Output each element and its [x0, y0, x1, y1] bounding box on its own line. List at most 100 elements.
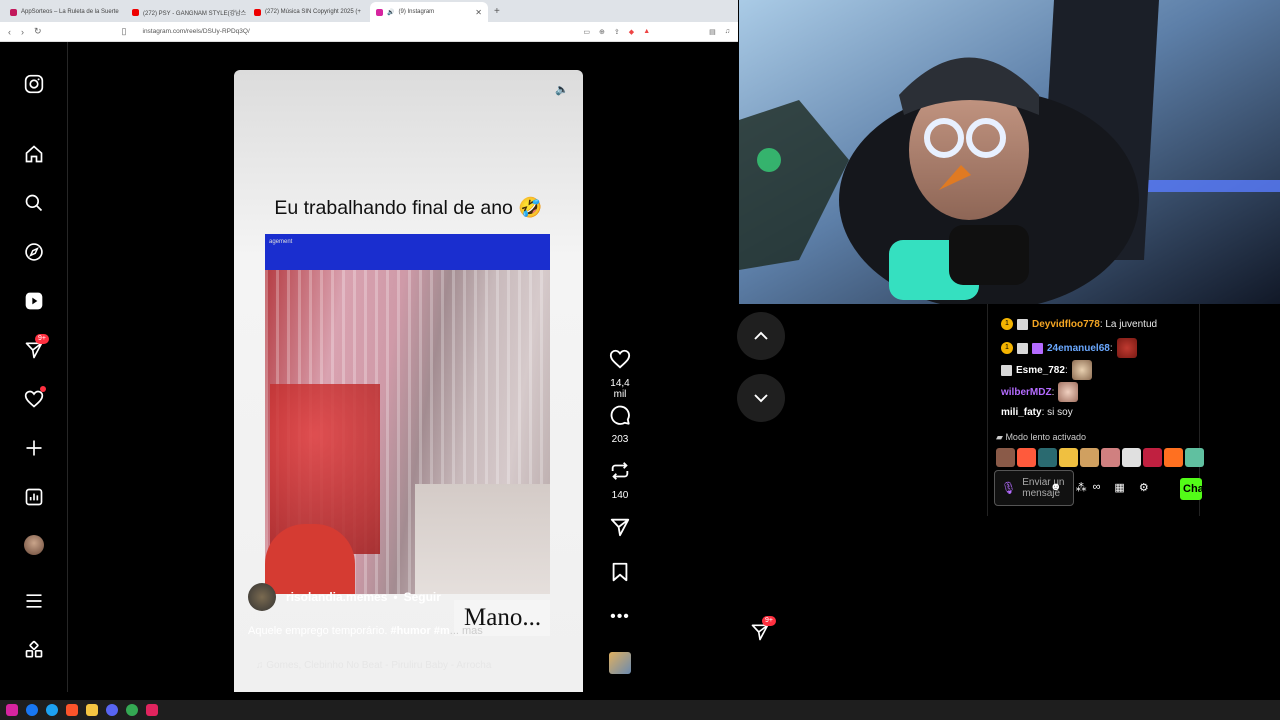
tab-label: AppSorteos – La Ruleta de la Suerte	[21, 9, 119, 15]
share-icon[interactable]: ⇪	[614, 28, 620, 36]
speaker-icon: 🔊	[387, 9, 395, 16]
address-bar[interactable]: instagram.com/reels/DSUy-RPDq3Q/	[143, 28, 250, 35]
search-icon[interactable]	[21, 190, 47, 216]
chat-message: 1 Deyvidfloo778: La juventud	[1001, 318, 1157, 330]
repost-button[interactable]: 140	[604, 460, 636, 501]
explore-icon[interactable]	[21, 239, 47, 265]
folder-taskbar-icon[interactable]	[86, 704, 98, 716]
new-tab-button[interactable]: +	[488, 2, 506, 22]
os-taskbar	[0, 700, 1280, 720]
comment-button[interactable]: 203	[604, 404, 636, 445]
chat-username[interactable]: 24emanuel68	[1047, 343, 1110, 354]
emote-button[interactable]	[1143, 448, 1162, 467]
like-count: 14,4 mil	[610, 378, 630, 400]
store-icon[interactable]: ▦	[1114, 481, 1124, 494]
instagram-logo-icon[interactable]	[21, 71, 47, 97]
back-icon[interactable]: ‹	[8, 27, 11, 37]
browser-tab-gangnam[interactable]: (272) PSY - GANGNAM STYLE(강남스	[126, 2, 248, 22]
cast-icon[interactable]: ▭	[583, 28, 590, 36]
chat-username[interactable]: Deyvidfloo778	[1032, 319, 1100, 330]
chat-input[interactable]: 🎙 Enviar un mensaje	[994, 470, 1074, 506]
instagram-page: 9+ 🔈 Eu trabalhando final de ano 🤣 ageme…	[0, 42, 785, 692]
forward-icon[interactable]: ›	[21, 27, 24, 37]
emote-button[interactable]	[1164, 448, 1183, 467]
reel-music[interactable]: ♫ Gomes, Clebinho No Beat - Piruliru Bab…	[256, 660, 491, 671]
infinity-icon[interactable]: ∞	[1093, 481, 1101, 494]
dashboard-icon[interactable]	[21, 484, 47, 510]
brave-shield-icon[interactable]: ◆	[629, 28, 634, 36]
microphone-icon[interactable]: 🎙	[1001, 481, 1016, 495]
tab-label: (272) PSY - GANGNAM STYLE(강남스	[143, 10, 247, 17]
audio-thumbnail[interactable]	[604, 652, 636, 674]
previous-reel-button[interactable]	[737, 312, 785, 360]
notifications-icon[interactable]	[21, 386, 47, 412]
profile-avatar[interactable]	[21, 532, 47, 558]
browser-tab-instagram[interactable]: 🔊 (9) Instagram ✕	[370, 2, 488, 22]
tab-label: (272) Música SIN Copyright 2025 (+	[265, 9, 361, 15]
facebook-taskbar-icon[interactable]	[26, 704, 38, 716]
avatar	[24, 535, 44, 555]
audio-cover-image	[609, 652, 631, 674]
settings-gear-icon[interactable]: ⚙	[1139, 481, 1149, 494]
zoom-icon[interactable]: ⊕	[599, 28, 605, 36]
send-chat-button[interactable]: Chat	[1180, 478, 1202, 500]
webcam-feed	[739, 0, 1280, 304]
emoji-icon[interactable]: ☻	[1050, 481, 1062, 494]
edge-taskbar-icon[interactable]	[46, 704, 58, 716]
emote-button[interactable]	[1101, 448, 1120, 467]
chat-message: 1 24emanuel68:	[1001, 338, 1137, 358]
create-icon[interactable]	[21, 435, 47, 461]
rewards-icon[interactable]: ▲	[643, 28, 650, 36]
author-avatar[interactable]	[248, 583, 276, 611]
reel-video[interactable]: agement	[265, 234, 550, 594]
streamer-camera-image	[739, 0, 1280, 304]
instagram-taskbar-icon[interactable]	[6, 704, 18, 716]
chevron-down-icon	[754, 394, 768, 403]
share-button[interactable]	[604, 516, 636, 543]
chat-username[interactable]: wilberMDZ	[1001, 387, 1052, 398]
caption-hashtags[interactable]: #humor #m	[390, 625, 449, 637]
more-options-icon[interactable]: •••	[604, 608, 636, 626]
close-tab-icon[interactable]: ✕	[475, 8, 482, 17]
volume-icon[interactable]: 🔈	[555, 83, 569, 96]
menu-icon[interactable]	[21, 588, 47, 614]
badge-icon	[1017, 342, 1028, 354]
chat-username[interactable]: mili_faty	[1001, 407, 1042, 418]
emote-button[interactable]	[1185, 448, 1204, 467]
toolbar-icons: ▭ ⊕ ⇪ ◆ ▲ ▤ ♫	[583, 28, 730, 36]
chat-username[interactable]: Esme_782	[1016, 365, 1065, 376]
app-taskbar-icon[interactable]	[146, 704, 158, 716]
bookmark-icon[interactable]: ▯	[122, 26, 127, 37]
chrome-taskbar-icon[interactable]	[126, 704, 138, 716]
emote-button[interactable]	[1122, 448, 1141, 467]
emote-button[interactable]	[1080, 448, 1099, 467]
discord-taskbar-icon[interactable]	[106, 704, 118, 716]
home-icon[interactable]	[21, 141, 47, 167]
save-button[interactable]	[604, 561, 636, 588]
repost-count: 140	[611, 490, 629, 501]
emote-button[interactable]	[1017, 448, 1036, 467]
reload-icon[interactable]: ↻	[34, 26, 42, 37]
emote-button[interactable]	[1038, 448, 1057, 467]
caption-more-link[interactable]: ... mas	[450, 625, 483, 637]
also-from-meta-icon[interactable]	[21, 637, 47, 663]
points-icon[interactable]: ⁂	[1076, 481, 1087, 494]
wallet-icon[interactable]: ♫	[725, 28, 730, 36]
reel-player[interactable]: 🔈 Eu trabalhando final de ano 🤣 agement …	[234, 70, 583, 692]
messages-float-button[interactable]: 9+	[742, 614, 778, 650]
chat-text: :	[1064, 364, 1068, 376]
author-username[interactable]: risolandia.memes	[286, 590, 387, 604]
emote-button[interactable]	[996, 448, 1015, 467]
browser-tab-appsorteos[interactable]: AppSorteos – La Ruleta de la Suerte	[4, 2, 126, 22]
follow-button[interactable]: Seguir	[404, 590, 441, 604]
like-button[interactable]: 14,4 mil	[604, 348, 636, 400]
next-reel-button[interactable]	[737, 374, 785, 422]
chat-emote	[1058, 382, 1079, 402]
badge-icon	[1001, 364, 1012, 376]
browser-tab-musica[interactable]: (272) Música SIN Copyright 2025 (+	[248, 2, 370, 22]
sidebar-toggle-icon[interactable]: ▤	[709, 28, 716, 36]
reels-icon[interactable]	[21, 288, 47, 314]
brave-taskbar-icon[interactable]	[66, 704, 78, 716]
emote-button[interactable]	[1059, 448, 1078, 467]
messages-icon[interactable]: 9+	[21, 334, 49, 363]
